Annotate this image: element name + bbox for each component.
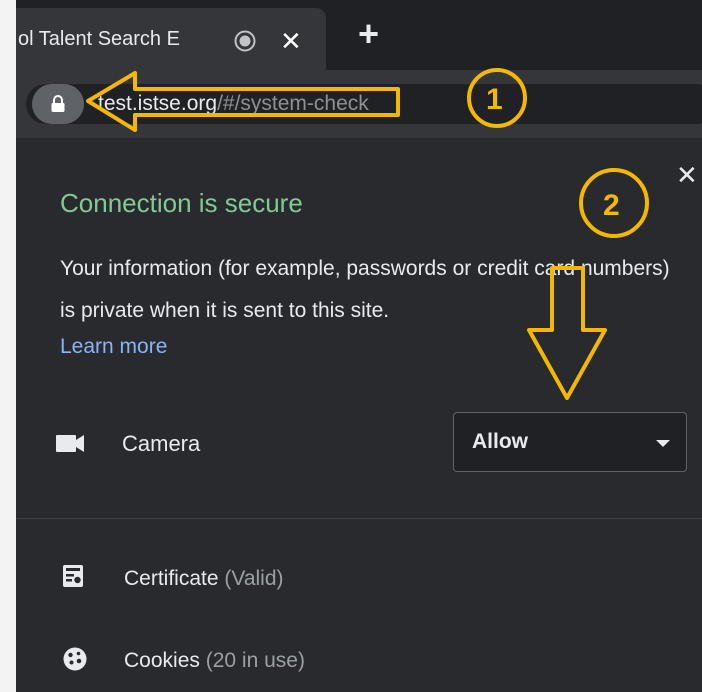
left-arrow-annotation [86, 71, 400, 132]
down-arrow-annotation [527, 266, 607, 400]
step-2-number: 2 [603, 189, 620, 222]
annotation-overlay: 1 2 [86, 68, 649, 400]
step-1-number: 1 [486, 83, 503, 116]
